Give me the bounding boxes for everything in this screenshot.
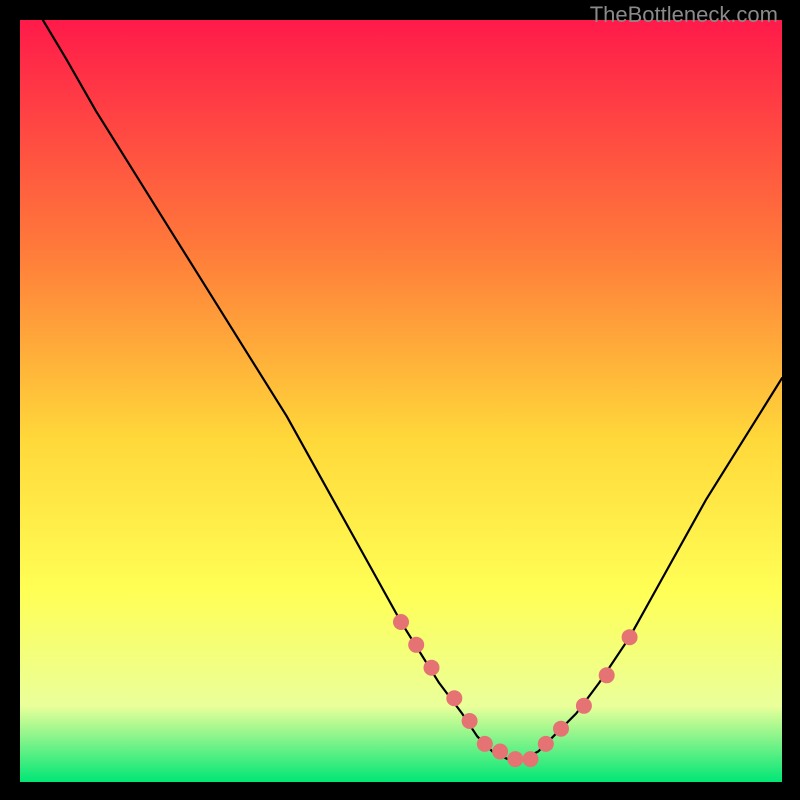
curve-marker <box>538 736 554 752</box>
curve-marker <box>576 698 592 714</box>
watermark-text: TheBottleneck.com <box>590 2 778 28</box>
curve-marker <box>462 713 478 729</box>
curve-marker <box>424 660 440 676</box>
curve-marker <box>393 614 409 630</box>
curve-marker <box>599 667 615 683</box>
curve-marker <box>507 751 523 767</box>
curve-marker <box>408 637 424 653</box>
curve-marker <box>622 629 638 645</box>
curve-marker <box>553 721 569 737</box>
chart-frame <box>20 20 782 782</box>
curve-marker <box>477 736 493 752</box>
chart-svg <box>20 20 782 782</box>
curve-marker <box>492 744 508 760</box>
curve-marker <box>523 751 539 767</box>
curve-marker <box>446 690 462 706</box>
gradient-background <box>20 20 782 782</box>
